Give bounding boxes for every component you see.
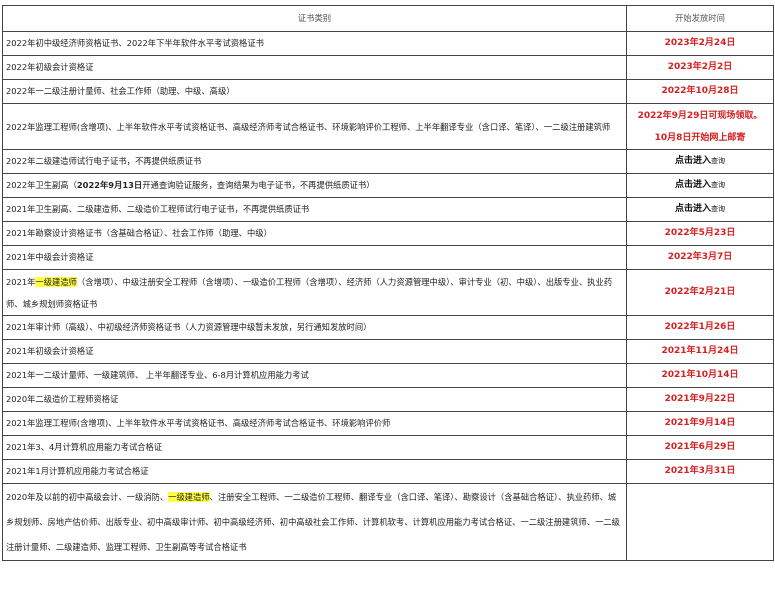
issue-date-line1: 2022年9月29日可现场领取。: [637, 110, 763, 121]
table-row: 2022年一二级注册计量师、社会工作师（助理、中级、高级） 2022年10月28…: [2, 79, 774, 104]
issue-date-cell: 2022年2月21日: [626, 269, 774, 316]
issue-date-line2: 10月8日开始网上邮寄: [654, 132, 746, 143]
certificate-type-cell: 2021年一二级计量师、一级建筑师、 上半年翻译专业、6-8月计算机应用能力考试: [2, 363, 627, 388]
click-enter-link[interactable]: 点击进入: [675, 204, 711, 214]
query-link-cell[interactable]: 点击进入查询: [626, 173, 774, 198]
issue-date-cell: 2021年3月31日: [626, 459, 774, 484]
query-link-cell[interactable]: 点击进入查询: [626, 197, 774, 222]
header-issue-start-date: 开始发放时间: [626, 5, 774, 32]
certificate-type-cell: 2021年3、4月计算机应用能力考试合格证: [2, 435, 627, 460]
query-suffix: 查询: [711, 181, 725, 189]
certificate-type-cell: 2022年监理工程师(含增项)、上半年软件水平考试资格证书、高级经济师考试合格证…: [2, 103, 627, 150]
issue-date-cell: 2021年9月22日: [626, 387, 774, 412]
table-header-row: 证书类别 开始发放时间: [2, 5, 774, 32]
certificate-type-cell: 2021年1月计算机应用能力考试合格证: [2, 459, 627, 484]
table-row: 2021年监理工程师(含增项)、上半年软件水平考试资格证书、高级经济师考试合格证…: [2, 411, 774, 436]
text-part: 开通查询验证服务，查询结果为电子证书，不再提供纸质证书）: [142, 180, 375, 190]
issue-date-cell: 2023年2月24日: [626, 31, 774, 56]
certificate-type-cell: 2020年及以前的初中高级会计、一级消防、一级建造师、注册安全工程师、一二级造价…: [2, 483, 627, 561]
certificate-type-cell: 2021年初级会计资格证: [2, 339, 627, 364]
query-suffix: 查询: [711, 157, 725, 165]
certificate-type-cell: 2022年二级建造师试行电子证书，不再提供纸质证书: [2, 149, 627, 174]
issue-date-cell: 2021年6月29日: [626, 435, 774, 460]
issue-date-cell: 2021年9月14日: [626, 411, 774, 436]
table-row: 2021年1月计算机应用能力考试合格证 2021年3月31日: [2, 459, 774, 484]
issue-date-cell: 2023年2月2日: [626, 55, 774, 80]
certificate-type-cell: 2022年初级会计资格证: [2, 55, 627, 80]
header-certificate-type: 证书类别: [2, 5, 627, 32]
highlighted-text: 一级建造师: [168, 491, 210, 502]
issue-date-cell: 2022年1月26日: [626, 315, 774, 340]
certificate-type-cell: 2022年初中级经济师资格证书、2022年下半年软件水平考试资格证书: [2, 31, 627, 56]
certificate-type-cell: 2021年监理工程师(含增项)、上半年软件水平考试资格证书、高级经济师考试合格证…: [2, 411, 627, 436]
certificate-table: 证书类别 开始发放时间 2022年初中级经济师资格证书、2022年下半年软件水平…: [2, 5, 774, 561]
table-row: 2021年初级会计资格证 2021年11月24日: [2, 339, 774, 364]
issue-date-cell: 2022年9月29日可现场领取。 10月8日开始网上邮寄: [626, 103, 774, 150]
query-suffix: 查询: [711, 205, 725, 213]
table-row: 2022年监理工程师(含增项)、上半年软件水平考试资格证书、高级经济师考试合格证…: [2, 103, 774, 150]
table-row: 2022年初中级经济师资格证书、2022年下半年软件水平考试资格证书 2023年…: [2, 31, 774, 56]
table-row: 2021年中级会计资格证 2022年3月7日: [2, 245, 774, 270]
table-row: 2021年一级建造师（含增项）、中级注册安全工程师（含增项）、一级造价工程师（含…: [2, 269, 774, 316]
certificate-type-cell: 2021年中级会计资格证: [2, 245, 627, 270]
issue-date-cell: [626, 483, 774, 561]
certificate-type-cell: 2020年二级造价工程师资格证: [2, 387, 627, 412]
certificate-type-cell: 2021年一级建造师（含增项）、中级注册安全工程师（含增项）、一级造价工程师（含…: [2, 269, 627, 316]
click-enter-link[interactable]: 点击进入: [675, 156, 711, 166]
issue-date-cell: 2022年5月23日: [626, 221, 774, 246]
certificate-type-cell: 2021年审计师（高级）、中初级经济师资格证书（人力资源管理中级暂未发放，另行通…: [2, 315, 627, 340]
table-row: 2020年二级造价工程师资格证 2021年9月22日: [2, 387, 774, 412]
table-row: 2022年卫生副高（2022年9月13日开通查询验证服务，查询结果为电子证书，不…: [2, 173, 774, 198]
table-row: 2021年勘察设计资格证书（含基础合格证）、社会工作师（助理、中级） 2022年…: [2, 221, 774, 246]
table-row: 2021年卫生副高、二级建造师、二级造价工程师试行电子证书，不再提供纸质证书 点…: [2, 197, 774, 222]
issue-date-cell: 2021年11月24日: [626, 339, 774, 364]
bold-date-text: 2022年9月13日: [76, 180, 143, 190]
table-row: 2021年一二级计量师、一级建筑师、 上半年翻译专业、6-8月计算机应用能力考试…: [2, 363, 774, 388]
table-row: 2020年及以前的初中高级会计、一级消防、一级建造师、注册安全工程师、一二级造价…: [2, 483, 774, 561]
click-enter-link[interactable]: 点击进入: [675, 180, 711, 190]
certificate-type-cell: 2021年勘察设计资格证书（含基础合格证）、社会工作师（助理、中级）: [2, 221, 627, 246]
issue-date-cell: 2022年3月7日: [626, 245, 774, 270]
table-row: 2022年二级建造师试行电子证书，不再提供纸质证书 点击进入查询: [2, 149, 774, 174]
query-link-cell[interactable]: 点击进入查询: [626, 149, 774, 174]
text-part: （含增项）、中级注册安全工程师（含增项）、一级造价工程师（含增项）、经济师（人力…: [6, 276, 613, 309]
certificate-type-cell: 2022年一二级注册计量师、社会工作师（助理、中级、高级）: [2, 79, 627, 104]
issue-date-cell: 2021年10月14日: [626, 363, 774, 388]
text-part: 2020年及以前的初中高级会计、一级消防、: [6, 491, 169, 502]
certificate-type-cell: 2021年卫生副高、二级建造师、二级造价工程师试行电子证书，不再提供纸质证书: [2, 197, 627, 222]
text-part: 2021年: [6, 276, 36, 287]
table-row: 2021年审计师（高级）、中初级经济师资格证书（人力资源管理中级暂未发放，另行通…: [2, 315, 774, 340]
highlighted-text: 一级建造师: [35, 276, 77, 287]
table-row: 2022年初级会计资格证 2023年2月2日: [2, 55, 774, 80]
certificate-type-cell: 2022年卫生副高（2022年9月13日开通查询验证服务，查询结果为电子证书，不…: [2, 173, 627, 198]
table-row: 2021年3、4月计算机应用能力考试合格证 2021年6月29日: [2, 435, 774, 460]
issue-date-cell: 2022年10月28日: [626, 79, 774, 104]
text-part: 2022年卫生副高（: [6, 180, 77, 190]
